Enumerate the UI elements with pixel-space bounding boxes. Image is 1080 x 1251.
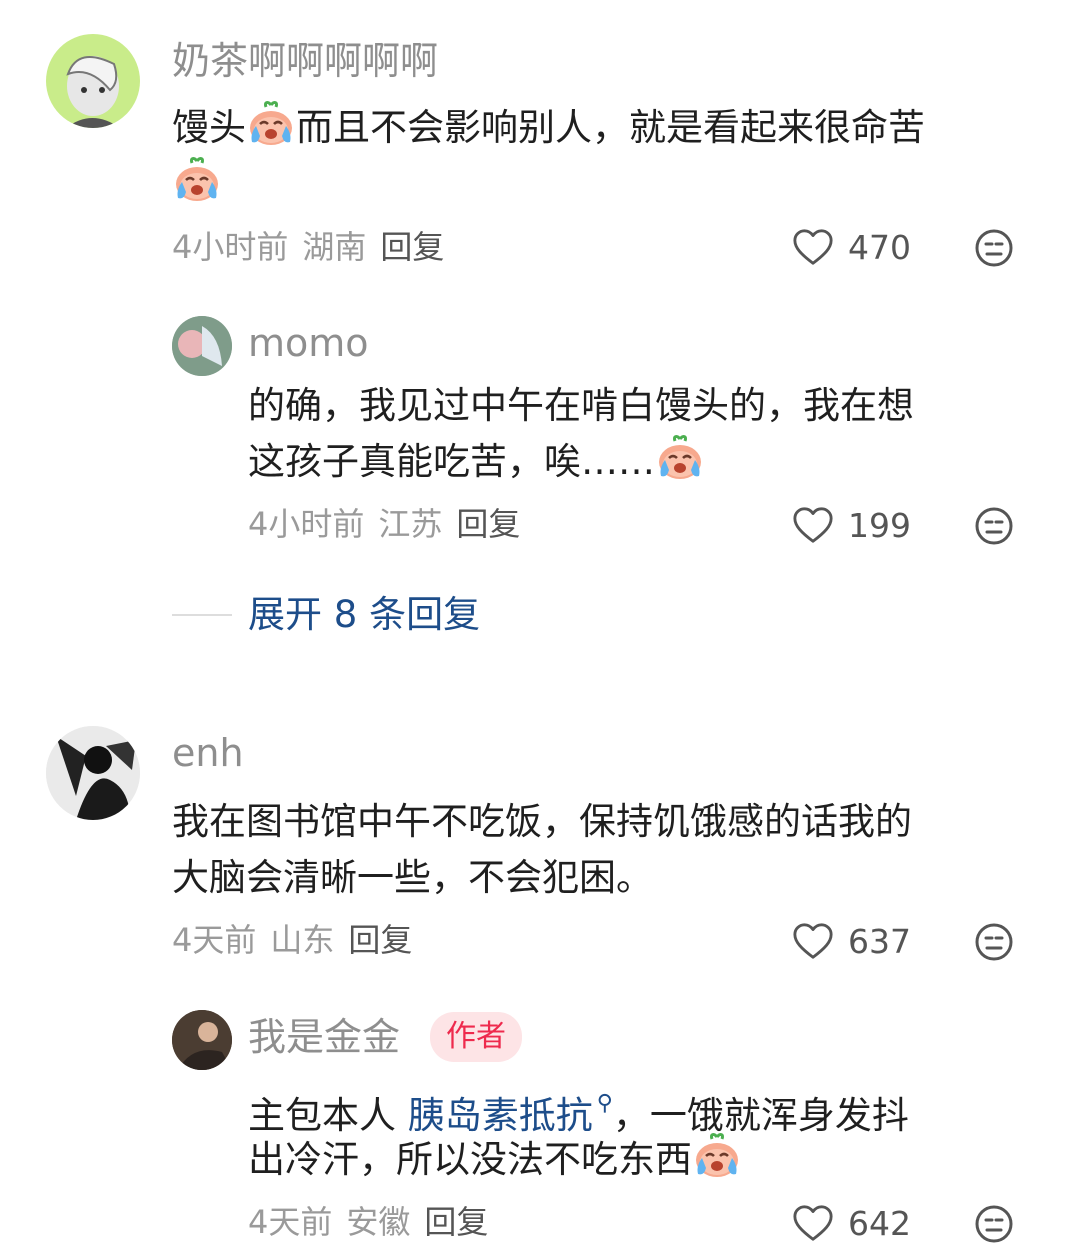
dislike-icon[interactable] (974, 506, 1014, 546)
timestamp: 4小时前 (248, 505, 365, 543)
avatar[interactable] (172, 316, 232, 376)
expand-replies-button[interactable]: 展开 8 条回复 (172, 596, 480, 633)
comment-text-part: 出冷汗，所以没法不吃东西 (248, 1138, 692, 1181)
reply-button[interactable]: 回复 (424, 1203, 488, 1241)
reply-button[interactable]: 回复 (348, 921, 412, 959)
author-badge: 作者 (430, 1012, 522, 1062)
heart-icon (792, 227, 834, 267)
comment-meta: 4小时前 江苏 回复 (248, 508, 534, 540)
avatar[interactable] (46, 34, 140, 128)
like-button[interactable]: 199 (792, 505, 911, 545)
timestamp: 4天前 (248, 1203, 333, 1241)
username[interactable]: enh (172, 734, 244, 772)
avatar[interactable] (46, 726, 140, 820)
comment-text: 馒头 而且不会影响别人，就是看起来很命苦 (172, 100, 925, 156)
like-count: 199 (848, 505, 911, 545)
heart-icon (792, 1203, 834, 1243)
like-button[interactable]: 637 (792, 921, 911, 961)
username[interactable]: momo (248, 324, 369, 362)
comment-text-part: 主包本人 (248, 1094, 408, 1137)
like-button[interactable]: 642 (792, 1203, 911, 1243)
heart-icon (792, 921, 834, 961)
crying-emoji-icon (692, 1132, 742, 1180)
search-icon: ⚲ (596, 1091, 613, 1116)
username[interactable]: 奶茶啊啊啊啊啊 (172, 42, 438, 80)
reply-button[interactable]: 回复 (456, 505, 520, 543)
comment-text-line: 的确，我见过中午在啃白馒头的，我在想 (248, 384, 914, 427)
crying-emoji-icon (172, 156, 222, 204)
comment-meta: 4小时前 湖南 回复 (172, 231, 458, 263)
expand-replies-label: 展开 8 条回复 (248, 593, 481, 636)
comment-text-part: 这孩子真能吃苦，唉…… (248, 440, 655, 483)
timestamp: 4小时前 (172, 228, 289, 266)
heart-icon (792, 505, 834, 545)
crying-emoji-icon (655, 434, 705, 482)
like-count: 470 (848, 227, 911, 267)
avatar[interactable] (172, 1010, 232, 1070)
reply-button[interactable]: 回复 (380, 228, 444, 266)
divider (172, 613, 232, 616)
crying-emoji-icon (246, 100, 296, 148)
comment-text-line: 出冷汗，所以没法不吃东西 (248, 1132, 742, 1188)
like-count: 642 (848, 1203, 911, 1243)
search-link[interactable]: 胰岛素抵抗 (408, 1094, 593, 1137)
username[interactable]: 我是金金 (248, 1018, 400, 1056)
location: 湖南 (302, 228, 367, 266)
comment-text-line: 这孩子真能吃苦，唉…… (248, 434, 705, 490)
comment-text-part: 而且不会影响别人，就是看起来很命苦 (296, 106, 925, 149)
comment-text-part: 馒头 (172, 106, 246, 149)
dislike-icon[interactable] (974, 922, 1014, 962)
location: 山东 (270, 921, 335, 959)
comment-text-line: 我在图书馆中午不吃饭，保持饥饿感的话我的 (172, 800, 912, 843)
comment-text-line: 大脑会清晰一些，不会犯困。 (172, 856, 653, 899)
like-count: 637 (848, 921, 911, 961)
like-button[interactable]: 470 (792, 227, 911, 267)
location: 安徽 (346, 1203, 411, 1241)
location: 江苏 (378, 505, 443, 543)
comment-meta: 4天前 安徽 回复 (248, 1206, 502, 1238)
dislike-icon[interactable] (974, 1204, 1014, 1244)
dislike-icon[interactable] (974, 228, 1014, 268)
comment-text-part: ，一饿就浑身发抖 (612, 1094, 909, 1137)
comment-text-line (172, 156, 222, 212)
comment-meta: 4天前 山东 回复 (172, 924, 426, 956)
timestamp: 4天前 (172, 921, 257, 959)
